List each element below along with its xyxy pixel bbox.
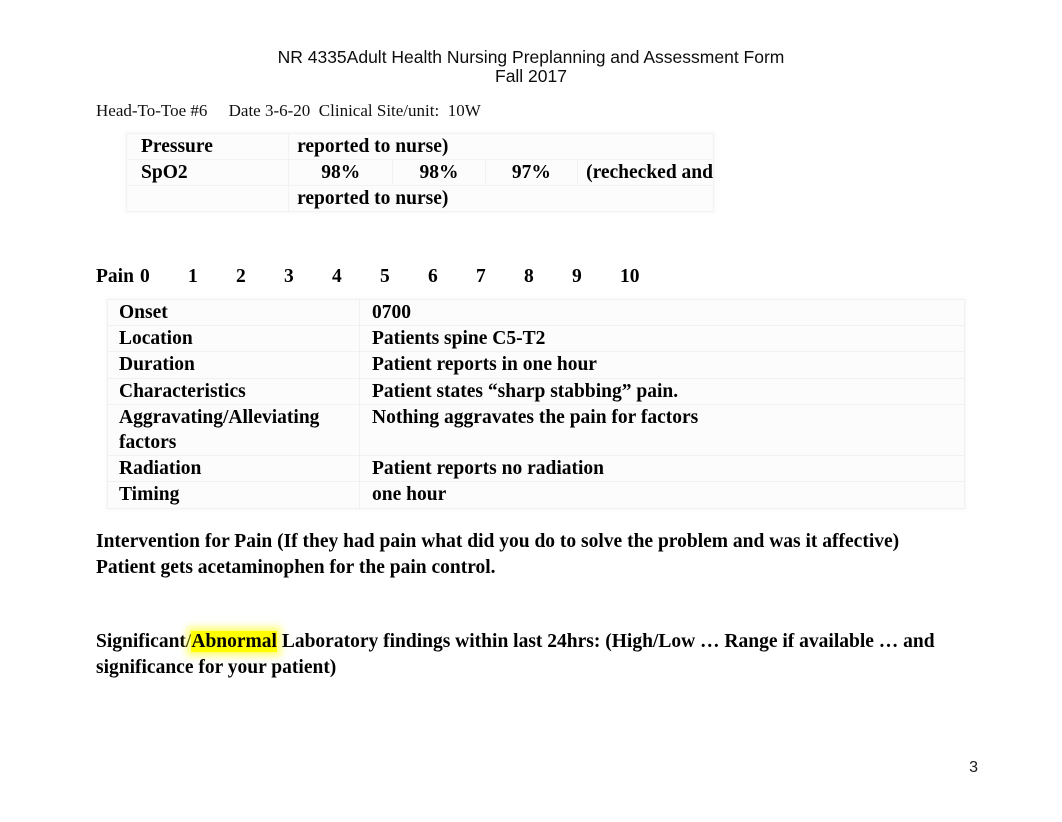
pain-scale-value-0[interactable]: 0 xyxy=(140,266,188,288)
pain-scale-value-3[interactable]: 3 xyxy=(284,266,332,288)
vitals-label-empty xyxy=(125,185,290,212)
vitals-value-2: 98% xyxy=(392,159,486,186)
vitals-note: reported to nurse) xyxy=(288,133,714,160)
vitals-note: (rechecked and xyxy=(577,159,714,186)
table-row: Characteristics Patient states “sharp st… xyxy=(107,377,965,405)
table-row: SpO2 98% 98% 97% (rechecked and xyxy=(125,159,714,186)
pain-row-label: Onset xyxy=(107,298,360,327)
pain-row-label: Aggravating/Alleviating factors xyxy=(107,403,360,457)
pain-row-value: Patient reports no radiation xyxy=(359,455,965,483)
vitals-label: Pressure xyxy=(125,133,290,160)
pain-scale-value-7[interactable]: 7 xyxy=(476,266,524,288)
pain-scale: Pain 0 1 2 3 4 5 6 7 8 9 10 xyxy=(96,266,686,288)
table-row: Pressure reported to nurse) xyxy=(125,133,714,160)
vitals-value-3: 97% xyxy=(484,159,579,186)
table-row: Aggravating/Alleviating factors Nothing … xyxy=(107,403,965,457)
table-row: Onset 0700 xyxy=(107,298,965,327)
pain-row-value: Patient reports in one hour xyxy=(359,351,965,379)
pain-row-label: Timing xyxy=(107,481,360,509)
table-row: reported to nurse) xyxy=(125,185,714,212)
pain-scale-value-1[interactable]: 1 xyxy=(188,266,236,288)
pain-scale-value-10[interactable]: 10 xyxy=(620,266,668,288)
table-row: Duration Patient reports in one hour xyxy=(107,351,965,379)
page-number: 3 xyxy=(969,759,978,776)
lab-findings-prefix: Significant/ xyxy=(96,631,192,652)
pain-row-value: Nothing aggravates the pain for factors xyxy=(359,403,965,457)
table-row: Location Patients spine C5-T2 xyxy=(107,325,965,353)
intervention-section: Intervention for Pain (If they had pain … xyxy=(96,529,908,580)
pain-scale-value-9[interactable]: 9 xyxy=(572,266,620,288)
pain-row-label: Characteristics xyxy=(107,377,360,405)
pain-row-value: Patients spine C5-T2 xyxy=(359,325,965,353)
pain-row-value: one hour xyxy=(359,481,965,509)
vitals-label: SpO2 xyxy=(125,159,290,186)
document-title-line1: NR 4335Adult Health Nursing Preplanning … xyxy=(277,47,785,67)
lab-findings-highlight: Abnormal xyxy=(191,631,277,652)
pain-scale-value-2[interactable]: 2 xyxy=(236,266,284,288)
pain-row-label: Duration xyxy=(107,351,360,379)
intervention-answer: Patient gets acetaminophen for the pain … xyxy=(96,556,496,578)
vitals-value-1: 98% xyxy=(288,159,394,186)
pain-scale-value-8[interactable]: 8 xyxy=(524,266,572,288)
document-page: NR 4335Adult Health Nursing Preplanning … xyxy=(0,0,1062,822)
pain-scale-label: Pain xyxy=(96,266,134,287)
intervention-prompt: Intervention for Pain (If they had pain … xyxy=(96,531,900,552)
pain-row-value: Patient states “sharp stabbing” pain. xyxy=(359,377,965,405)
pain-scale-value-6[interactable]: 6 xyxy=(428,266,476,288)
pain-scale-value-4[interactable]: 4 xyxy=(332,266,380,288)
assessment-meta-line: Head-To-Toe #6 Date 3-6-20 Clinical Site… xyxy=(96,101,481,120)
pain-row-label: Location xyxy=(107,325,360,353)
vitals-note: reported to nurse) xyxy=(288,185,714,212)
vitals-table: Pressure reported to nurse) SpO2 98% 98%… xyxy=(125,133,714,212)
pain-row-value: 0700 xyxy=(359,298,965,327)
pain-scale-value-5[interactable]: 5 xyxy=(380,266,428,288)
pain-assessment-table: Onset 0700 Location Patients spine C5-T2… xyxy=(107,298,965,509)
document-title-line2: Fall 2017 xyxy=(495,65,567,86)
lab-findings-section: Significant/Abnormal Laboratory findings… xyxy=(96,629,978,680)
pain-row-label: Radiation xyxy=(107,455,360,483)
table-row: Timing one hour xyxy=(107,481,965,509)
table-row: Radiation Patient reports no radiation xyxy=(107,455,965,483)
document-header: NR 4335Adult Health Nursing Preplanning … xyxy=(0,0,1062,85)
